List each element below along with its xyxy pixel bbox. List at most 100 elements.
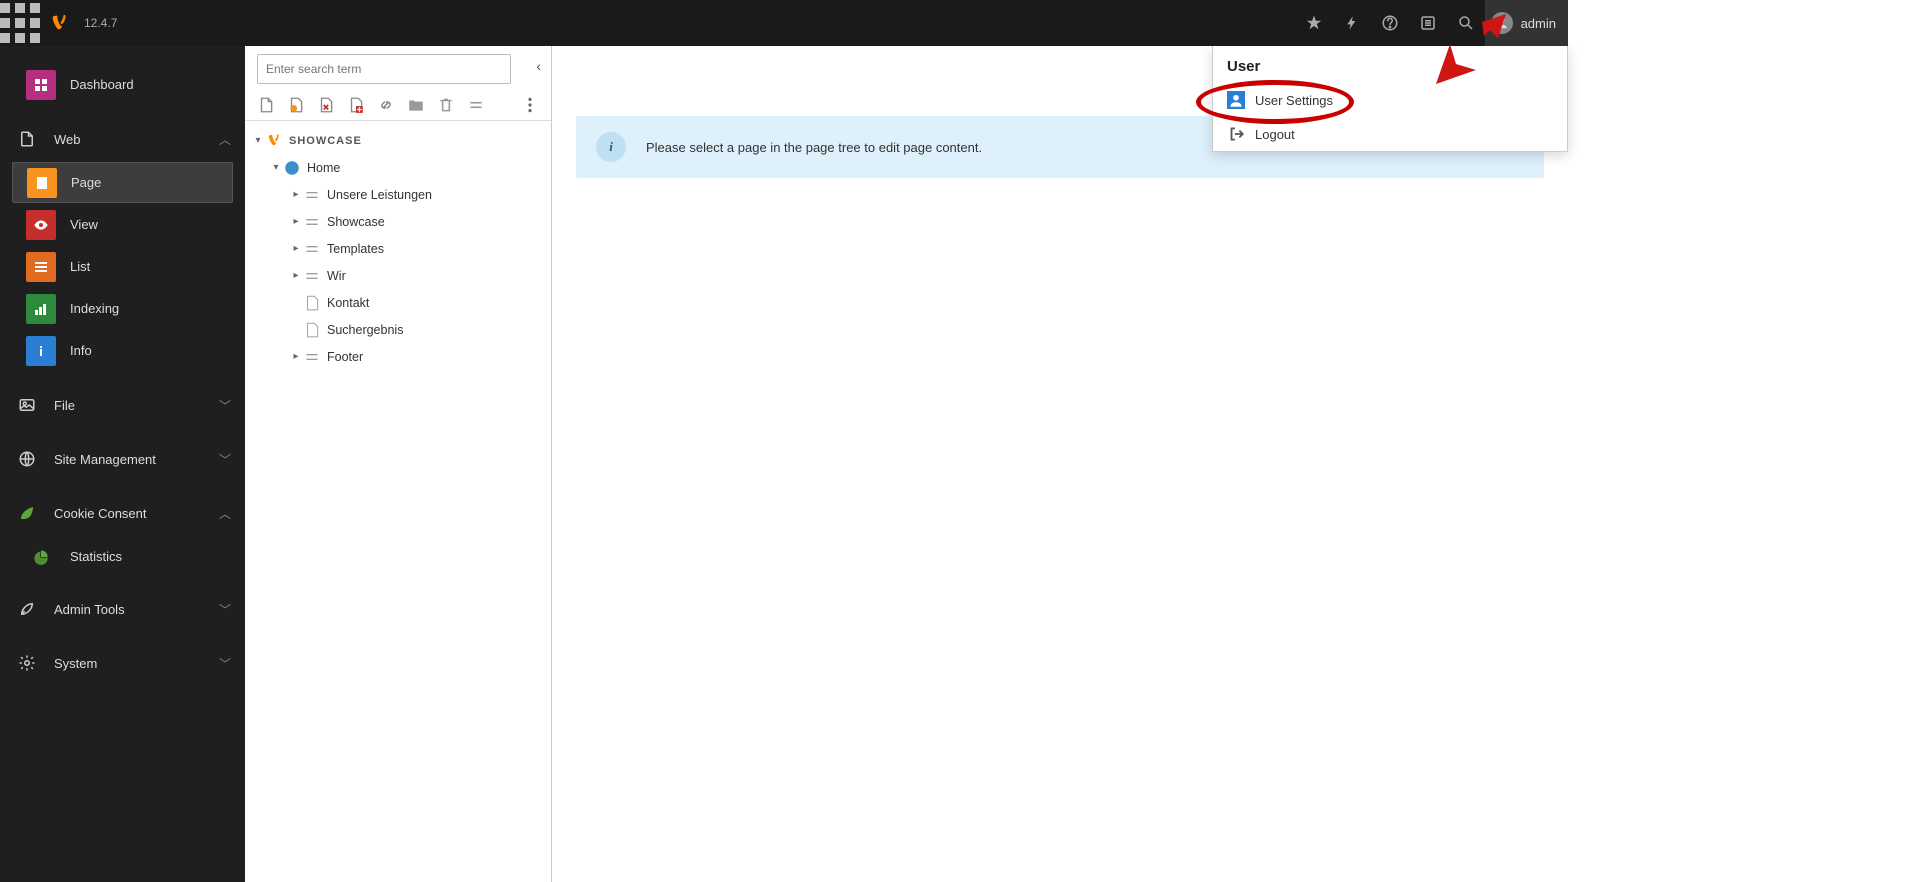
- new-page-hidden-icon[interactable]: [347, 96, 365, 114]
- module-label: View: [70, 217, 98, 232]
- globe-icon: [283, 160, 301, 176]
- group-site-management[interactable]: Site Management ﹀: [0, 437, 245, 481]
- new-page-shortcut-icon[interactable]: [287, 96, 305, 114]
- group-cookie-consent[interactable]: Cookie Consent ︿: [0, 491, 245, 535]
- caret-right-icon[interactable]: ▸: [289, 351, 303, 362]
- chevron-down-icon: ﹀: [219, 451, 231, 468]
- app-launcher-icon[interactable]: [0, 0, 40, 46]
- caret-right-icon[interactable]: ▸: [289, 189, 303, 200]
- chart-icon: [26, 294, 56, 324]
- caret-down-icon[interactable]: ▾: [269, 162, 283, 173]
- new-page-link-icon[interactable]: [317, 96, 335, 114]
- group-file[interactable]: File ﹀: [0, 383, 245, 427]
- info-icon: [26, 336, 56, 366]
- tree-node[interactable]: ▸ Wir: [245, 262, 551, 289]
- version-label: 12.4.7: [84, 16, 117, 30]
- caret-down-icon[interactable]: ▾: [251, 135, 265, 146]
- info-icon: i: [596, 132, 626, 162]
- group-label: File: [54, 398, 75, 413]
- tree-label: Kontakt: [327, 296, 369, 310]
- page-icon: [303, 322, 321, 338]
- eye-icon: [26, 210, 56, 240]
- tree-scroll[interactable]: ▾ SHOWCASE ▾ Home ▸ Unsere Leistungen ▸Sh…: [245, 120, 551, 882]
- chevron-down-icon: ﹀: [219, 655, 231, 672]
- group-label: Web: [54, 132, 81, 147]
- module-label: Statistics: [70, 549, 122, 564]
- chevron-down-icon: ﹀: [219, 601, 231, 618]
- divider-icon: [303, 268, 321, 284]
- caret-right-icon[interactable]: ▸: [289, 270, 303, 281]
- tree-root[interactable]: ▾ SHOWCASE: [245, 127, 551, 154]
- logout-label: Logout: [1255, 127, 1295, 142]
- rocket-icon: [14, 594, 40, 624]
- help-icon[interactable]: [1371, 0, 1409, 46]
- tree-node[interactable]: Suchergebnis: [245, 316, 551, 343]
- group-system[interactable]: System ﹀: [0, 641, 245, 685]
- typo3-icon: [265, 133, 283, 149]
- group-label: Admin Tools: [54, 602, 125, 617]
- user-settings-item[interactable]: User Settings: [1213, 83, 1567, 117]
- avatar-icon: [1491, 12, 1513, 34]
- tree-label: Unsere Leistungen: [327, 188, 432, 202]
- group-label: Site Management: [54, 452, 156, 467]
- tree-node[interactable]: ▸ Footer: [245, 343, 551, 370]
- more-icon[interactable]: [521, 96, 539, 114]
- bookmark-icon[interactable]: [1295, 0, 1333, 46]
- gear-icon: [14, 648, 40, 678]
- module-label: List: [70, 259, 90, 274]
- globe-icon: [14, 444, 40, 474]
- user-dropdown: User User Settings Logout: [1212, 46, 1568, 152]
- tree-node[interactable]: Kontakt: [245, 289, 551, 316]
- user-settings-label: User Settings: [1255, 93, 1333, 108]
- divider-icon: [303, 187, 321, 203]
- flash-icon[interactable]: [1333, 0, 1371, 46]
- new-page-icon[interactable]: [257, 96, 275, 114]
- logout-item[interactable]: Logout: [1213, 117, 1567, 151]
- user-settings-icon: [1227, 91, 1245, 109]
- module-indexing[interactable]: Indexing: [12, 288, 233, 329]
- info-text: Please select a page in the page tree to…: [646, 140, 982, 155]
- tree-label: Footer: [327, 350, 363, 364]
- module-view[interactable]: View: [12, 204, 233, 245]
- collapse-tree-icon[interactable]: ‹: [536, 58, 541, 74]
- tree-root-label: SHOWCASE: [289, 135, 362, 147]
- image-icon: [14, 390, 40, 420]
- tree-node-home[interactable]: ▾ Home: [245, 154, 551, 181]
- divider-icon: [303, 241, 321, 257]
- module-info[interactable]: Info: [12, 330, 233, 371]
- tree-label: Templates: [327, 242, 384, 256]
- list-icon[interactable]: [1409, 0, 1447, 46]
- search-icon[interactable]: [1447, 0, 1485, 46]
- caret-right-icon[interactable]: ▸: [289, 243, 303, 254]
- divider-icon[interactable]: [467, 96, 485, 114]
- tree-label: Wir: [327, 269, 346, 283]
- module-dashboard[interactable]: Dashboard: [12, 64, 233, 105]
- module-list[interactable]: List: [12, 246, 233, 287]
- group-label: System: [54, 656, 97, 671]
- dashboard-icon: [26, 70, 56, 100]
- page-icon: [303, 295, 321, 311]
- tree-search-input[interactable]: [257, 54, 511, 84]
- group-admin-tools[interactable]: Admin Tools ﹀: [0, 587, 245, 631]
- logout-icon: [1227, 125, 1245, 143]
- tree-node[interactable]: ▸ Unsere Leistungen: [245, 181, 551, 208]
- module-statistics[interactable]: Statistics: [12, 536, 233, 577]
- tree-label: Home: [307, 161, 340, 175]
- module-page[interactable]: Page: [12, 162, 233, 203]
- list-icon: [26, 252, 56, 282]
- caret-right-icon[interactable]: ▸: [289, 216, 303, 227]
- user-label: admin: [1521, 16, 1556, 31]
- chevron-down-icon: ﹀: [219, 397, 231, 414]
- link-icon[interactable]: [377, 96, 395, 114]
- tree-node[interactable]: ▸ Templates: [245, 235, 551, 262]
- pie-icon: [26, 542, 56, 572]
- tree-toolbar: [245, 92, 551, 122]
- user-button[interactable]: admin: [1485, 0, 1568, 46]
- divider-icon: [303, 214, 321, 230]
- typo3-logo-icon[interactable]: [40, 0, 80, 46]
- module-label: Info: [70, 343, 92, 358]
- trash-icon[interactable]: [437, 96, 455, 114]
- group-web[interactable]: Web ︿: [0, 117, 245, 161]
- folder-icon[interactable]: [407, 96, 425, 114]
- tree-node[interactable]: ▸Showcase: [245, 208, 551, 235]
